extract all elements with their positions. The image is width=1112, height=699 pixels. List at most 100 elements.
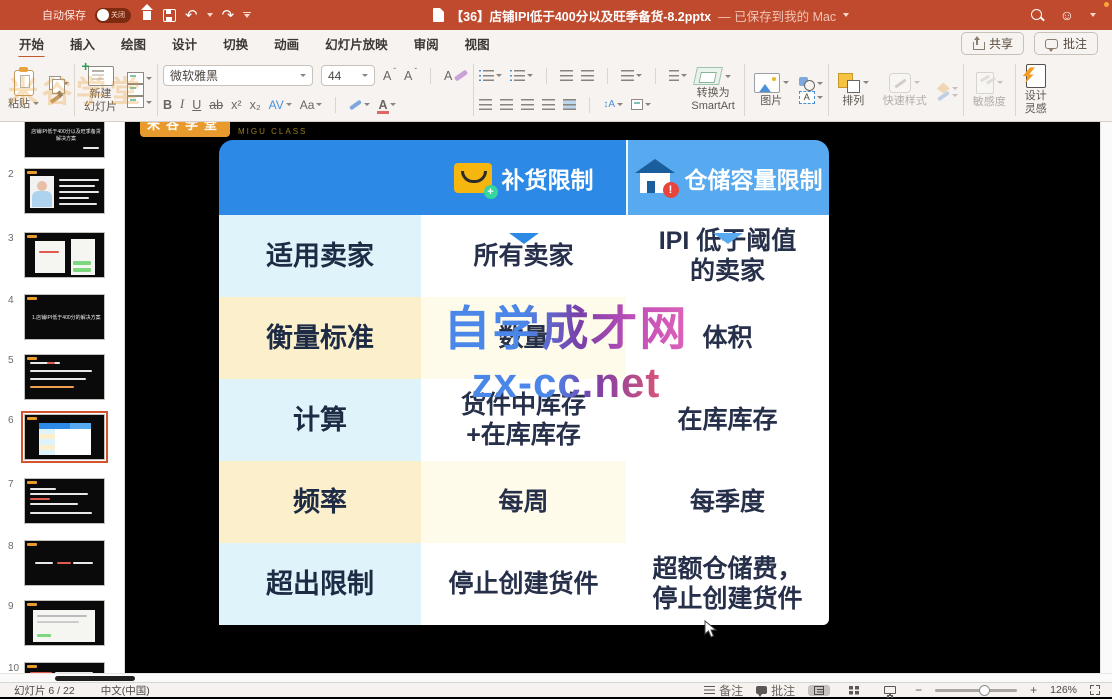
slide-thumbnail[interactable] xyxy=(24,232,105,278)
tab-draw[interactable]: 绘图 xyxy=(108,29,159,58)
shapes-icon[interactable] xyxy=(799,77,815,91)
horizontal-scrollbar-thumb[interactable] xyxy=(55,676,135,681)
increase-indent-button[interactable] xyxy=(581,70,594,81)
vertical-scrollbar[interactable] xyxy=(1100,122,1112,673)
format-painter-icon[interactable] xyxy=(49,90,63,104)
new-slide-button[interactable]: 新建 幻灯片 xyxy=(80,64,121,115)
slideshow-button[interactable] xyxy=(878,685,902,695)
convert-to-smartart-button[interactable]: 转换为 SmartArt xyxy=(687,65,738,114)
numbering-button[interactable] xyxy=(510,70,533,81)
customize-toolbar-icon[interactable] xyxy=(243,12,251,19)
notes-button[interactable]: 备注 xyxy=(704,682,743,699)
font-color-button[interactable]: A xyxy=(378,98,395,112)
zoom-slider-knob[interactable] xyxy=(979,685,990,696)
font-size-combo[interactable]: 44 xyxy=(321,65,375,86)
add-remove-columns-button[interactable] xyxy=(563,99,576,110)
share-button[interactable]: 共享 xyxy=(961,32,1024,55)
zoom-level[interactable]: 126% xyxy=(1050,684,1077,696)
decrease-indent-button[interactable] xyxy=(560,70,573,81)
clear-formatting-button[interactable]: A xyxy=(444,69,468,83)
save-icon[interactable] xyxy=(163,9,176,22)
slide-reset-icon[interactable] xyxy=(127,96,144,108)
slide-thumbnail[interactable] xyxy=(24,600,105,646)
highlight-button[interactable] xyxy=(349,103,370,107)
tab-review[interactable]: 审阅 xyxy=(401,29,452,58)
slide-editor[interactable]: 米谷学堂 MIGU CLASS 补货限制 ! 仓储容量限制 适用卖家 所 xyxy=(126,122,1100,673)
slide-thumbnail-selected[interactable] xyxy=(24,414,105,460)
copy-icon[interactable] xyxy=(49,76,61,90)
bold-button[interactable]: B xyxy=(163,98,172,112)
feedback-smiley-icon[interactable]: ☺ xyxy=(1060,7,1074,23)
slide-thumbnail[interactable] xyxy=(24,354,105,400)
align-text-button[interactable] xyxy=(631,99,651,110)
fit-to-window-icon[interactable] xyxy=(1090,685,1100,695)
sensitivity-group: 敏感度 xyxy=(969,61,1010,119)
slide-thumbnail[interactable] xyxy=(24,540,105,586)
tab-insert[interactable]: 插入 xyxy=(57,29,108,58)
shrink-font-button[interactable]: Aˇ xyxy=(404,69,417,83)
arrange-button[interactable]: 排列 xyxy=(834,71,873,110)
tab-animations[interactable]: 动画 xyxy=(261,29,312,58)
quick-styles-button[interactable]: 快速样式 xyxy=(879,71,931,110)
tab-design[interactable]: 设计 xyxy=(159,29,210,58)
zoom-out-button[interactable]: − xyxy=(915,683,922,697)
superscript-button[interactable]: x² xyxy=(231,98,241,112)
slide-section-icon[interactable] xyxy=(127,84,144,96)
slide-thumbnail[interactable] xyxy=(24,168,105,214)
smartart-icon xyxy=(693,67,723,85)
sensitivity-button[interactable]: 敏感度 xyxy=(969,70,1010,111)
normal-view-button[interactable] xyxy=(808,685,830,696)
paste-button[interactable]: 粘贴 xyxy=(4,68,43,113)
zoom-in-button[interactable]: + xyxy=(1030,683,1037,697)
feedback-chevron-icon[interactable] xyxy=(1090,13,1096,17)
change-case-button[interactable]: Aa xyxy=(300,98,323,112)
bullets-button[interactable] xyxy=(479,70,502,81)
tab-slideshow[interactable]: 幻灯片放映 xyxy=(312,29,401,58)
picture-button[interactable]: 图片 xyxy=(750,71,793,110)
slide-thumbnail[interactable] xyxy=(24,478,105,524)
zoom-slider[interactable] xyxy=(935,689,1017,692)
autosave-toggle[interactable]: 关闭 xyxy=(95,8,131,23)
language-indicator[interactable]: 中文(中国) xyxy=(101,683,150,698)
notification-dot xyxy=(1104,2,1109,7)
paste-label: 粘贴 xyxy=(8,98,30,111)
text-box-icon[interactable]: A xyxy=(799,91,815,104)
design-ideas-button[interactable]: 设计 灵感 xyxy=(1021,62,1051,117)
tab-view[interactable]: 视图 xyxy=(452,29,503,58)
text-direction-button[interactable]: ↕A xyxy=(603,99,623,110)
comments-button[interactable]: 批注 xyxy=(1034,32,1098,55)
tab-transitions[interactable]: 切换 xyxy=(210,29,261,58)
mouse-cursor xyxy=(704,620,718,638)
font-name-combo[interactable]: 微软雅黑 xyxy=(163,65,313,86)
strikethrough-button[interactable]: ab xyxy=(209,98,223,112)
slide-sorter-button[interactable] xyxy=(843,685,865,696)
columns-button[interactable] xyxy=(669,70,687,81)
redo-icon[interactable]: ↷ xyxy=(222,8,235,23)
character-spacing-button[interactable]: AV xyxy=(269,98,292,112)
align-left-button[interactable] xyxy=(479,99,492,110)
slide-thumbnail[interactable]: 店铺IPI低于400分以及旺季备货 解决方案 xyxy=(24,122,105,158)
statusbar-comments-button[interactable]: 批注 xyxy=(756,682,795,699)
brand-logo-text: 米谷学堂 xyxy=(140,122,230,137)
picture-label: 图片 xyxy=(760,95,782,108)
line-spacing-button[interactable] xyxy=(621,70,642,81)
group-divider xyxy=(74,64,75,116)
italic-button[interactable]: I xyxy=(180,97,184,112)
document-status[interactable]: — 已保存到我的 Mac xyxy=(718,6,836,25)
subscript-button[interactable]: x₂ xyxy=(250,98,261,112)
title-chevron-icon[interactable] xyxy=(843,13,849,17)
slide-thumbnail[interactable] xyxy=(24,662,105,673)
slide-thumbnail[interactable]: 1.店铺IPI低于400分的解决方案 xyxy=(24,294,105,340)
justify-button[interactable] xyxy=(542,99,555,110)
tab-home[interactable]: 开始 xyxy=(6,29,57,58)
align-center-button[interactable] xyxy=(500,99,513,110)
grow-font-button[interactable]: Aˆ xyxy=(383,69,396,83)
search-icon[interactable] xyxy=(1031,9,1044,22)
slide-thumbnail-panel[interactable]: 店铺IPI低于400分以及旺季备货 解决方案 2 3 4 xyxy=(0,122,125,673)
slide-layout-icon[interactable] xyxy=(127,72,144,84)
undo-chevron-icon[interactable] xyxy=(207,13,213,17)
underline-button[interactable]: U xyxy=(192,98,201,112)
home-icon[interactable] xyxy=(140,9,154,21)
undo-icon[interactable]: ↶ xyxy=(185,8,198,23)
align-right-button[interactable] xyxy=(521,99,534,110)
